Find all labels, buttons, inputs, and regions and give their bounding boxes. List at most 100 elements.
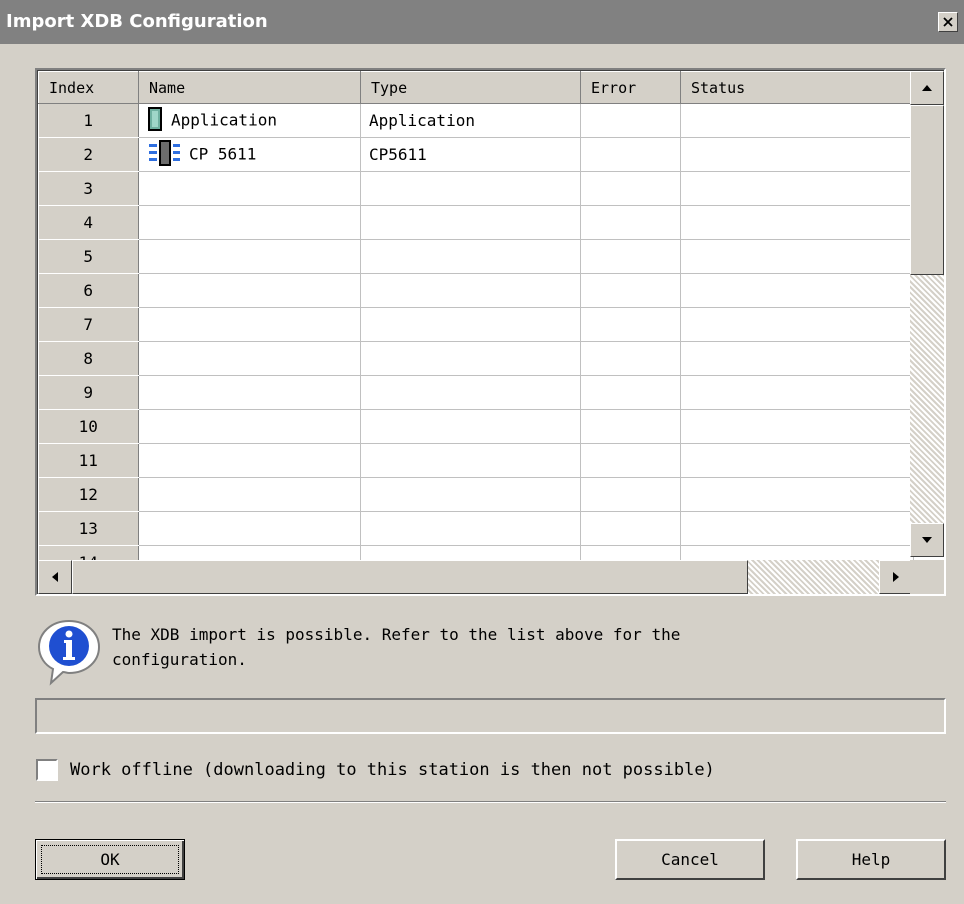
row-status-cell[interactable] [680,375,914,410]
row-error-cell[interactable] [580,171,681,206]
row-type-cell[interactable] [360,307,581,342]
table-row[interactable]: 11 [38,443,914,478]
row-index-cell[interactable]: 1 [38,103,139,138]
title-bar[interactable]: Import XDB Configuration [0,0,964,44]
column-header-status[interactable]: Status [680,71,914,104]
row-index-cell[interactable]: 5 [38,239,139,274]
row-status-cell[interactable] [680,511,914,546]
row-status-cell[interactable] [680,477,914,512]
scroll-left-button[interactable] [38,560,72,594]
row-status-cell[interactable] [680,273,914,308]
row-status-cell[interactable] [680,137,914,172]
table-row[interactable]: 9 [38,375,914,410]
row-name-cell[interactable] [138,443,361,478]
row-type-cell[interactable]: Application [360,103,581,138]
row-error-cell[interactable] [580,137,681,172]
column-header-index[interactable]: Index [38,71,139,104]
table-row[interactable]: 13 [38,511,914,546]
row-type-cell[interactable] [360,511,581,546]
row-name-cell[interactable] [138,205,361,240]
row-name-cell[interactable] [138,511,361,546]
row-name-cell[interactable] [138,171,361,206]
row-status-cell[interactable] [680,103,914,138]
row-type-cell[interactable] [360,341,581,376]
horizontal-scrollbar[interactable] [38,560,913,594]
cancel-button[interactable]: Cancel [615,839,765,880]
table-row[interactable]: 5 [38,239,914,274]
row-index-cell[interactable]: 6 [38,273,139,308]
row-error-cell[interactable] [580,103,681,138]
row-status-cell[interactable] [680,341,914,376]
row-index-cell[interactable]: 2 [38,137,139,172]
row-status-cell[interactable] [680,239,914,274]
vertical-scrollbar[interactable] [910,71,944,557]
row-index-cell[interactable]: 12 [38,477,139,512]
table-row[interactable]: 6 [38,273,914,308]
work-offline-checkbox[interactable] [36,759,58,781]
work-offline-label[interactable]: Work offline (downloading to this statio… [70,760,715,780]
table-row[interactable]: 4 [38,205,914,240]
horizontal-scroll-thumb[interactable] [72,560,748,594]
row-name-cell[interactable]: Application [138,103,361,138]
row-error-cell[interactable] [580,375,681,410]
horizontal-scroll-track[interactable] [748,560,879,594]
row-status-cell[interactable] [680,409,914,444]
ok-button[interactable]: OK [35,839,185,880]
row-index-cell[interactable]: 10 [38,409,139,444]
configuration-grid[interactable]: Index Name Type Error Status 1 Applicatio… [35,68,946,596]
table-row[interactable]: 12 [38,477,914,512]
row-name-cell[interactable] [138,375,361,410]
row-index-cell[interactable]: 8 [38,341,139,376]
row-type-cell[interactable]: CP5611 [360,137,581,172]
row-error-cell[interactable] [580,341,681,376]
row-index-cell[interactable]: 7 [38,307,139,342]
row-status-cell[interactable] [680,307,914,342]
row-error-cell[interactable] [580,409,681,444]
column-header-error[interactable]: Error [580,71,681,104]
row-name-cell[interactable] [138,307,361,342]
row-type-cell[interactable] [360,239,581,274]
row-type-cell[interactable] [360,409,581,444]
table-row[interactable]: 10 [38,409,914,444]
vertical-scroll-track[interactable] [910,275,944,523]
row-index-cell[interactable]: 9 [38,375,139,410]
row-index-cell[interactable]: 4 [38,205,139,240]
row-index-cell[interactable]: 13 [38,511,139,546]
table-row[interactable]: 1 Application Application [38,103,914,138]
row-type-cell[interactable] [360,375,581,410]
row-error-cell[interactable] [580,307,681,342]
row-name-cell[interactable] [138,409,361,444]
table-row[interactable]: 8 [38,341,914,376]
row-type-cell[interactable] [360,205,581,240]
scroll-down-button[interactable] [910,523,944,557]
row-type-cell[interactable] [360,443,581,478]
row-error-cell[interactable] [580,205,681,240]
row-type-cell[interactable] [360,273,581,308]
row-error-cell[interactable] [580,511,681,546]
row-type-cell[interactable] [360,477,581,512]
row-error-cell[interactable] [580,239,681,274]
row-status-cell[interactable] [680,205,914,240]
row-error-cell[interactable] [580,443,681,478]
row-name-cell[interactable]: CP 5611 [138,137,361,172]
row-error-cell[interactable] [580,477,681,512]
table-row[interactable]: 3 [38,171,914,206]
row-error-cell[interactable] [580,273,681,308]
row-name-cell[interactable] [138,341,361,376]
column-header-type[interactable]: Type [360,71,581,104]
vertical-scroll-thumb[interactable] [910,105,944,275]
table-row[interactable]: 2 CP 5611 CP5611 [38,137,914,172]
row-status-cell[interactable] [680,443,914,478]
scroll-up-button[interactable] [910,71,944,105]
row-type-cell[interactable] [360,171,581,206]
row-name-cell[interactable] [138,477,361,512]
help-button[interactable]: Help [796,839,946,880]
row-status-cell[interactable] [680,171,914,206]
row-index-cell[interactable]: 3 [38,171,139,206]
table-row[interactable]: 7 [38,307,914,342]
row-name-cell[interactable] [138,239,361,274]
scroll-right-button[interactable] [879,560,913,594]
column-header-name[interactable]: Name [138,71,361,104]
row-index-cell[interactable]: 11 [38,443,139,478]
close-button[interactable] [938,12,958,32]
